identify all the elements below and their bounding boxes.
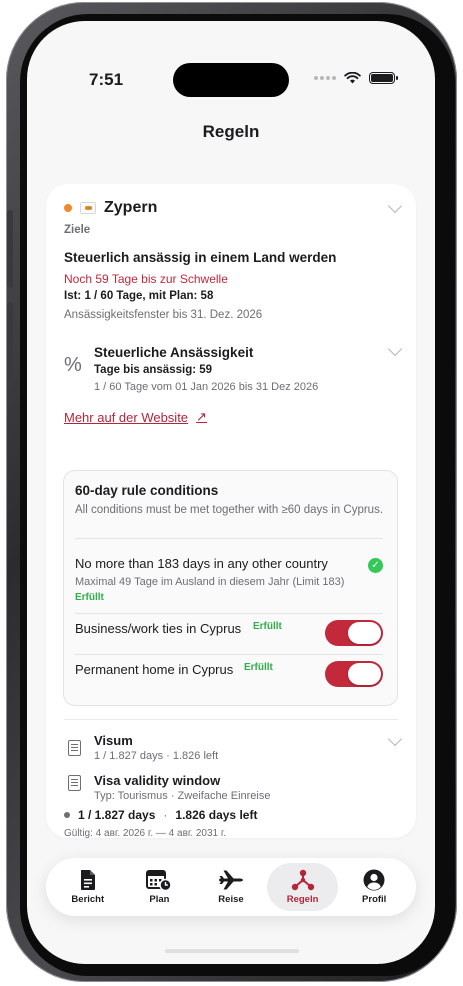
visa-title[interactable]: Visum [94, 733, 398, 748]
rule-conditions-description: All conditions must be met together with… [75, 504, 384, 516]
tab-bar: Bericht Plan Reise Regeln Profil [46, 858, 416, 916]
status-time: 7:51 [89, 70, 124, 89]
bullet-icon [64, 812, 70, 818]
condition-status: Erfüllt [75, 592, 104, 603]
document-icon [68, 740, 81, 756]
condition-status: Erfüllt [244, 662, 273, 673]
condition-business-ties: Business/work ties in Cyprus Erfüllt [75, 619, 383, 649]
calendar-clock-icon [146, 870, 173, 891]
divider [75, 538, 383, 539]
country-card: Zypern Ziele Steuerlich ansässig in eine… [46, 184, 416, 839]
website-link[interactable]: Mehr auf der Website ↗ [64, 409, 398, 425]
condition-sub: Maximal 49 Tage im Ausland in diesem Jah… [75, 576, 345, 588]
tab-label: Reise [218, 894, 244, 905]
checkmark-icon: ✓ [368, 558, 383, 573]
document-icon [80, 870, 95, 890]
goal-title: Steuerlich ansässig in einem Land werden [64, 250, 337, 265]
external-arrow-icon: ↗ [196, 409, 207, 424]
tab-reise[interactable]: Reise [195, 863, 267, 911]
business-ties-toggle[interactable] [325, 620, 383, 646]
status-dot [64, 204, 72, 212]
condition-status: Erfüllt [253, 621, 282, 632]
country-name: Zypern [104, 199, 158, 216]
website-link-label: Mehr auf der Website [64, 409, 189, 425]
condition-label: Business/work ties in Cyprus [75, 621, 242, 636]
volume-down-button [7, 302, 13, 380]
visa-validity: Gültig: 4 авг. 2026 г. — 4 авг. 2031 г. [64, 828, 227, 839]
residency-range: 1 / 60 Tage vom 01 Jan 2026 bis 31 Dez 2… [94, 381, 319, 393]
permanent-home-toggle[interactable] [325, 661, 383, 687]
network-nodes-icon [291, 869, 314, 891]
signal-icon [314, 76, 336, 80]
cyprus-flag-icon [80, 202, 96, 214]
status-icons [314, 72, 398, 84]
residency-days: Tage bis ansässig: 59 [94, 364, 213, 376]
condition-label: No more than 183 days in any other count… [75, 556, 328, 571]
screen: 7:51 Regeln Zypern Ziele Steuerlich ansä… [27, 21, 435, 964]
divider [75, 654, 383, 655]
divider [75, 613, 383, 614]
percent-icon: % [64, 354, 82, 376]
goal-window: Ansässigkeitsfenster bis 31. Dez. 2026 [64, 309, 263, 321]
document-icon [68, 775, 81, 791]
tab-plan[interactable]: Plan [124, 863, 196, 911]
visa-window-title: Visa validity window [94, 773, 221, 788]
tab-regeln[interactable]: Regeln [266, 863, 339, 911]
section-label: Ziele [64, 224, 91, 236]
visa-window-used: 1 / 1.827 days [78, 808, 156, 822]
airplane-icon [218, 870, 243, 890]
rule-conditions-title: 60-day rule conditions [75, 483, 219, 498]
visa-window-usage: 1 / 1.827 days · 1.826 days left [64, 808, 398, 822]
condition-label: Permanent home in Cyprus [75, 662, 234, 677]
tab-label: Bericht [71, 894, 105, 905]
battery-icon [369, 72, 398, 84]
volume-up-button [7, 210, 13, 288]
condition-permanent-home: Permanent home in Cyprus Erfüllt [75, 660, 383, 690]
divider [64, 719, 398, 720]
rule-conditions-box: 60-day rule conditions All conditions mu… [63, 470, 398, 706]
tab-label: Plan [149, 894, 170, 905]
page-title: Regeln [202, 122, 260, 141]
home-indicator [165, 949, 299, 953]
goal-remaining: Noch 59 Tage bis zur Schwelle [64, 272, 228, 286]
residency-title[interactable]: Steuerliche Ansässigkeit [94, 345, 398, 360]
country-header[interactable]: Zypern [64, 198, 398, 218]
tab-label: Profil [362, 894, 387, 905]
wifi-icon [344, 72, 361, 84]
visa-window-left: 1.826 days left [175, 808, 258, 822]
visa-summary: 1 / 1.827 days · 1.826 left [94, 750, 219, 762]
goal-progress: Ist: 1 / 60 Tage, mit Plan: 58 [64, 290, 214, 302]
dynamic-island [173, 63, 289, 97]
tab-label: Regeln [286, 894, 319, 905]
visa-window-sep: · [163, 808, 168, 822]
condition-other-country: No more than 183 days in any other count… [75, 556, 383, 603]
visa-window-type: Typ: Tourismus · Zweifache Einreise [94, 790, 271, 802]
person-circle-icon [363, 869, 385, 891]
tab-profil[interactable]: Profil [338, 863, 410, 911]
tab-bericht[interactable]: Bericht [52, 863, 124, 911]
